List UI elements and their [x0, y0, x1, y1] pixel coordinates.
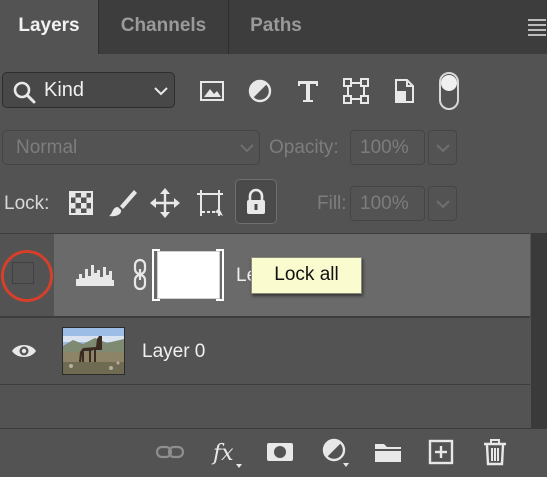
- tab-channels[interactable]: Channels: [99, 0, 229, 54]
- eye-icon[interactable]: [11, 341, 37, 361]
- lock-transparent-pixels-icon[interactable]: [64, 186, 98, 220]
- add-layer-mask-icon[interactable]: [265, 437, 295, 467]
- filter-adjustment-layers-icon[interactable]: [246, 77, 274, 105]
- chevron-down-icon: [436, 200, 450, 209]
- lock-artboard-nesting-icon[interactable]: [193, 186, 227, 220]
- new-layer-icon[interactable]: [426, 437, 456, 467]
- layers-list-empty-area: [0, 385, 530, 428]
- filter-type-layers-icon[interactable]: [294, 77, 322, 105]
- lock-icon: [247, 188, 265, 214]
- svg-text:fx: fx: [211, 441, 234, 466]
- filter-smart-objects-icon[interactable]: [390, 77, 418, 105]
- lock-image-pixels-brush-icon[interactable]: [106, 186, 140, 220]
- tab-paths[interactable]: Paths: [229, 0, 323, 54]
- layer-thumbnail-llama-photo[interactable]: [62, 327, 125, 375]
- opacity-value: 100%: [360, 137, 409, 158]
- filter-shape-layers-icon[interactable]: [342, 77, 370, 105]
- link-layers-icon[interactable]: [155, 437, 185, 467]
- tooltip: Lock all: [251, 257, 362, 294]
- highlight-circle: [1, 250, 53, 302]
- fill-dropdown[interactable]: [428, 186, 457, 221]
- opacity-dropdown[interactable]: [428, 130, 457, 165]
- filter-kind-label: Kind: [44, 79, 85, 101]
- opacity-label: Opacity:: [269, 137, 339, 158]
- llama-photo-image: [63, 328, 124, 374]
- mask-selection-bracket: [216, 249, 224, 301]
- chevron-down-icon: [240, 144, 254, 153]
- layers-scrollbar[interactable]: [531, 233, 547, 428]
- panel-menu-icon[interactable]: [528, 16, 546, 38]
- filter-pixel-layers-icon[interactable]: [198, 77, 226, 105]
- lock-label: Lock:: [4, 193, 50, 214]
- fill-field[interactable]: 100%: [350, 186, 425, 221]
- chevron-down-icon: [436, 144, 450, 153]
- opacity-field[interactable]: 100%: [350, 130, 425, 165]
- delete-layer-trash-icon[interactable]: [480, 437, 510, 467]
- layer-style-fx-icon[interactable]: fx: [210, 436, 244, 470]
- filter-toggle-switch[interactable]: [439, 72, 459, 110]
- new-group-folder-icon[interactable]: [373, 437, 403, 467]
- tab-layers[interactable]: Layers: [0, 0, 99, 54]
- fill-value: 100%: [360, 193, 409, 214]
- mask-link-chain-icon[interactable]: [131, 258, 151, 292]
- layer-mask-thumbnail[interactable]: [157, 251, 220, 299]
- chevron-down-icon: [154, 87, 168, 96]
- lock-position-move-icon[interactable]: [148, 186, 182, 220]
- new-fill-adjustment-layer-icon[interactable]: [320, 437, 350, 467]
- levels-histogram-icon: [76, 265, 114, 286]
- search-icon: [13, 81, 36, 104]
- blend-mode-label: Normal: [16, 137, 78, 158]
- layer-name[interactable]: Layer 0: [142, 341, 205, 363]
- lock-all-button[interactable]: [235, 179, 277, 224]
- mask-selection-bracket: [152, 249, 160, 301]
- fill-label: Fill:: [317, 193, 347, 214]
